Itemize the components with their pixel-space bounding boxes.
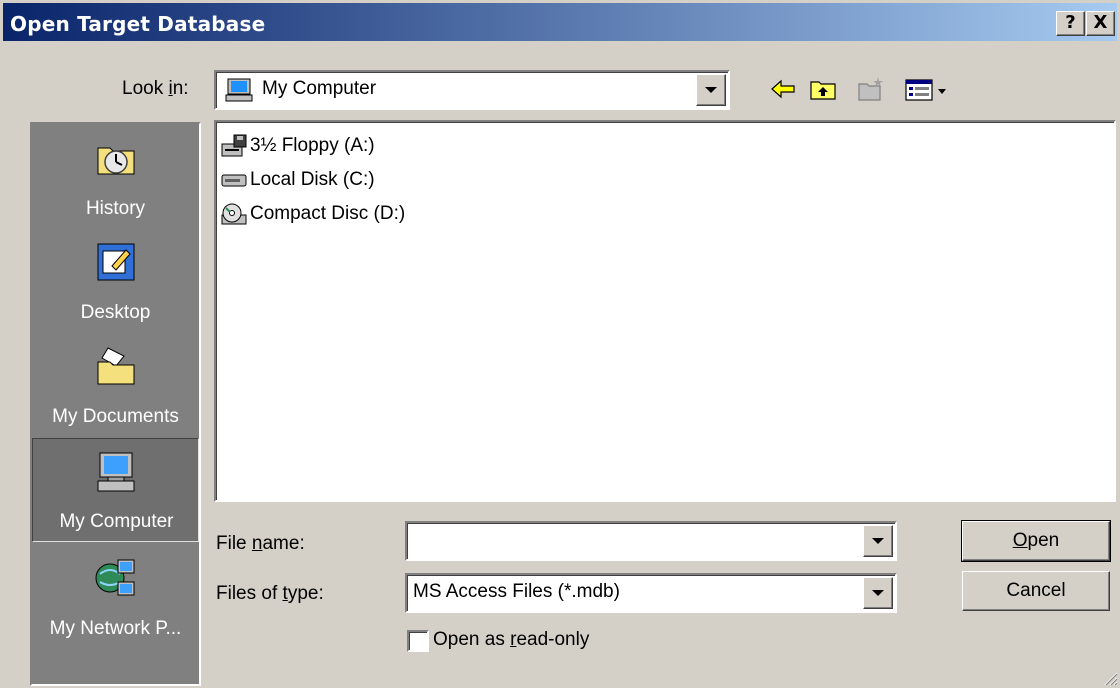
file-name-label: File name: bbox=[216, 533, 305, 554]
my-computer-small-icon bbox=[225, 78, 253, 102]
my-network-places-icon bbox=[95, 559, 134, 596]
list-item-local-disk[interactable]: Local Disk (C:) bbox=[220, 166, 375, 194]
places-item-history[interactable]: History bbox=[32, 124, 199, 228]
cd-drive-icon bbox=[221, 203, 247, 225]
history-icon bbox=[97, 147, 134, 175]
look-in-value: My Computer bbox=[262, 78, 377, 99]
look-in-label: Look in: bbox=[122, 78, 189, 99]
file-list[interactable]: 3½ Floppy (A:) Local Disk (C:) Compact D… bbox=[214, 120, 1116, 502]
my-documents-icon bbox=[97, 347, 134, 385]
resize-grip-icon[interactable] bbox=[1100, 668, 1118, 686]
open-button[interactable]: Open bbox=[961, 520, 1111, 562]
create-new-folder-icon[interactable] bbox=[856, 75, 886, 103]
read-only-checkbox[interactable] bbox=[407, 630, 429, 652]
help-button[interactable]: ? bbox=[1056, 11, 1085, 36]
places-item-my-network-places[interactable]: My Network P... bbox=[32, 544, 199, 648]
files-of-type-dropdown[interactable]: MS Access Files (*.mdb) bbox=[405, 573, 897, 613]
files-of-type-dropdown-arrow[interactable] bbox=[863, 577, 893, 609]
hard-disk-icon bbox=[221, 174, 247, 187]
places-bar: History Desktop My Documents My Computer… bbox=[30, 122, 201, 686]
open-target-database-dialog: Open Target Database ? X Look in: My Com… bbox=[0, 0, 1120, 688]
places-item-desktop[interactable]: Desktop bbox=[32, 228, 199, 332]
files-of-type-value: MS Access Files (*.mdb) bbox=[413, 581, 620, 602]
look-in-dropdown-arrow[interactable] bbox=[696, 74, 726, 106]
file-name-combobox[interactable] bbox=[405, 521, 897, 561]
places-item-my-computer[interactable]: My Computer bbox=[32, 438, 199, 542]
views-menu-icon[interactable] bbox=[904, 75, 950, 103]
cancel-button[interactable]: Cancel bbox=[962, 571, 1110, 611]
floppy-drive-icon bbox=[221, 134, 247, 157]
list-item-compact-disc[interactable]: Compact Disc (D:) bbox=[220, 200, 405, 228]
my-computer-icon bbox=[97, 452, 134, 492]
list-item-floppy[interactable]: 3½ Floppy (A:) bbox=[220, 132, 375, 160]
file-name-dropdown-arrow[interactable] bbox=[863, 525, 893, 557]
places-item-my-documents[interactable]: My Documents bbox=[32, 332, 199, 436]
dialog-title: Open Target Database bbox=[10, 12, 266, 36]
back-arrow-icon[interactable] bbox=[768, 75, 798, 103]
title-bar[interactable]: Open Target Database ? X bbox=[3, 3, 1117, 41]
desktop-icon bbox=[97, 243, 134, 281]
read-only-label[interactable]: Open as read-only bbox=[433, 629, 589, 651]
files-of-type-label: Files of type: bbox=[216, 583, 324, 604]
close-button[interactable]: X bbox=[1086, 11, 1115, 36]
up-one-level-icon[interactable] bbox=[808, 75, 838, 103]
look-in-dropdown[interactable]: My Computer bbox=[214, 70, 730, 110]
